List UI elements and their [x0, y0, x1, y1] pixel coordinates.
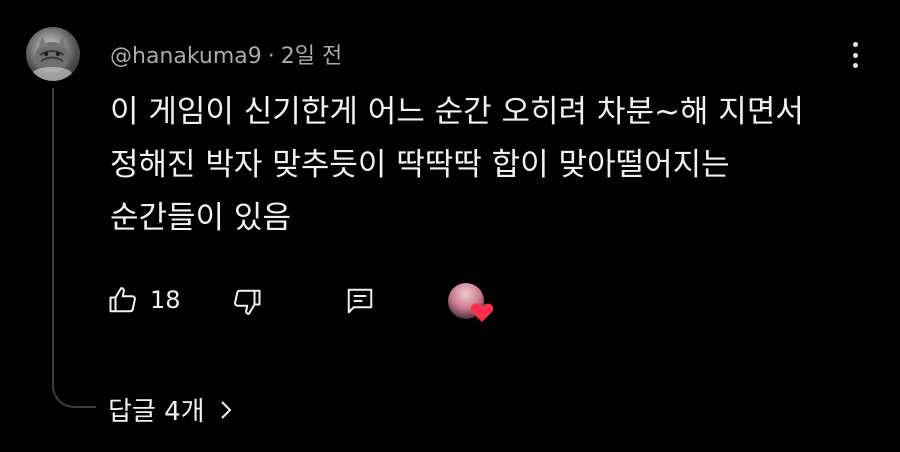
- comment-icon: [347, 288, 373, 314]
- replies-label: 답글 4개: [108, 397, 205, 427]
- comment-line: 정해진 박자 맞추듯이 딱딱딱 합이 맞아떨어지는: [110, 147, 730, 183]
- more-vertical-icon-dot: [852, 63, 858, 68]
- more-options-button[interactable]: [842, 40, 868, 70]
- thread-line: [52, 88, 54, 388]
- thumbs-up-icon: [109, 287, 136, 313]
- view-replies-button[interactable]: 답글 4개: [108, 391, 233, 428]
- comment-line: 이 게임이 신기한게 어느 순간 오히려 차분~해 지면서: [110, 94, 804, 130]
- author-handle[interactable]: @hanakuma9: [110, 44, 262, 69]
- comment-time: 2일 전: [280, 44, 343, 69]
- more-vertical-icon: [852, 42, 858, 47]
- thumbs-down-icon: [234, 289, 261, 315]
- comment-meta: @hanakuma9 · 2일 전: [110, 38, 342, 70]
- cat-avatar-image: [32, 37, 72, 81]
- author-avatar[interactable]: [26, 27, 80, 81]
- more-vertical-icon-dot: [852, 52, 858, 58]
- like-button[interactable]: 18: [108, 285, 181, 315]
- reply-button[interactable]: [345, 286, 375, 316]
- like-count: 18: [150, 286, 181, 314]
- thread-connector: [52, 368, 96, 408]
- heart-icon: [470, 303, 494, 322]
- dislike-button[interactable]: [232, 287, 262, 317]
- creator-heart-badge: [448, 283, 494, 327]
- chevron-right-icon: [220, 400, 231, 419]
- meta-separator: ·: [267, 44, 275, 69]
- comment-line: 순간들이 있음: [110, 200, 291, 236]
- comment-body: 이 게임이 신기한게 어느 순간 오히려 차분~해 지면서 정해진 박자 맞추듯…: [110, 86, 850, 245]
